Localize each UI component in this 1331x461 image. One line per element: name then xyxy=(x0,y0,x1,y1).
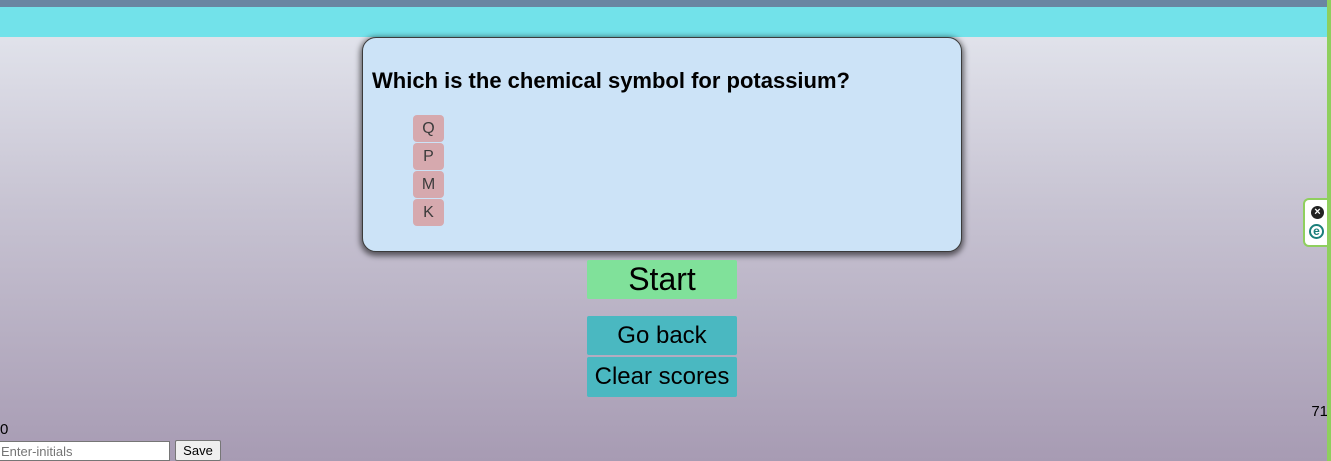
question-text: Which is the chemical symbol for potassi… xyxy=(372,68,850,93)
answer-choice-button[interactable]: M xyxy=(413,171,444,198)
close-icon[interactable]: × xyxy=(1311,206,1324,219)
go-back-button[interactable]: Go back xyxy=(587,316,737,355)
window-edge xyxy=(1327,0,1331,461)
start-button[interactable]: Start xyxy=(587,260,737,299)
e-logo-icon[interactable]: e xyxy=(1309,224,1324,239)
answer-choice-button[interactable]: K xyxy=(413,199,444,226)
answer-choice-button[interactable]: P xyxy=(413,143,444,170)
timer-display: 71 xyxy=(1311,403,1328,420)
score-display: 0 xyxy=(0,421,9,438)
header-bar xyxy=(0,7,1331,37)
answer-choice-button[interactable]: Q xyxy=(413,115,444,142)
question-card: Which is the chemical symbol for potassi… xyxy=(362,37,962,252)
initials-input[interactable] xyxy=(0,441,170,461)
clear-scores-button[interactable]: Clear scores xyxy=(587,357,737,397)
save-button[interactable]: Save xyxy=(175,440,221,461)
browser-top-strip xyxy=(0,0,1331,7)
